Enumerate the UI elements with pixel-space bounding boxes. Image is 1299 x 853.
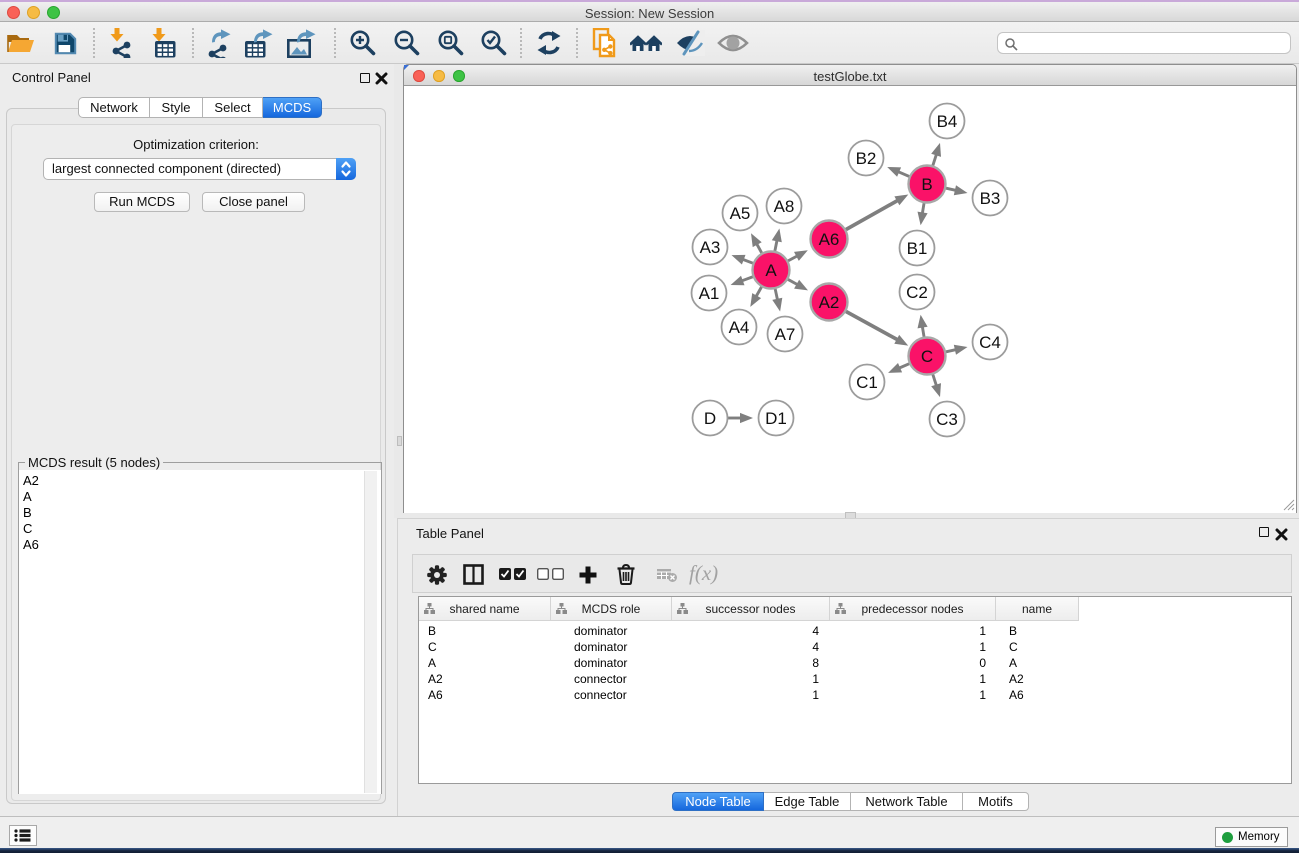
svg-text:C4: C4: [979, 333, 1001, 352]
svg-text:A8: A8: [774, 197, 795, 216]
svg-text:B: B: [921, 175, 932, 194]
svg-text:C: C: [921, 347, 933, 366]
svg-text:C3: C3: [936, 410, 958, 429]
svg-text:B3: B3: [980, 189, 1001, 208]
svg-text:A3: A3: [700, 238, 721, 257]
svg-text:B1: B1: [907, 239, 928, 258]
svg-text:A: A: [765, 261, 777, 280]
svg-text:C1: C1: [856, 373, 878, 392]
svg-text:A2: A2: [819, 293, 840, 312]
svg-text:B4: B4: [937, 112, 958, 131]
svg-text:A7: A7: [775, 325, 796, 344]
svg-text:A5: A5: [730, 204, 751, 223]
svg-text:C2: C2: [906, 283, 928, 302]
svg-text:A6: A6: [819, 230, 840, 249]
svg-text:A1: A1: [699, 284, 720, 303]
svg-text:A4: A4: [729, 318, 750, 337]
svg-text:D1: D1: [765, 409, 787, 428]
svg-text:D: D: [704, 409, 716, 428]
svg-text:B2: B2: [856, 149, 877, 168]
